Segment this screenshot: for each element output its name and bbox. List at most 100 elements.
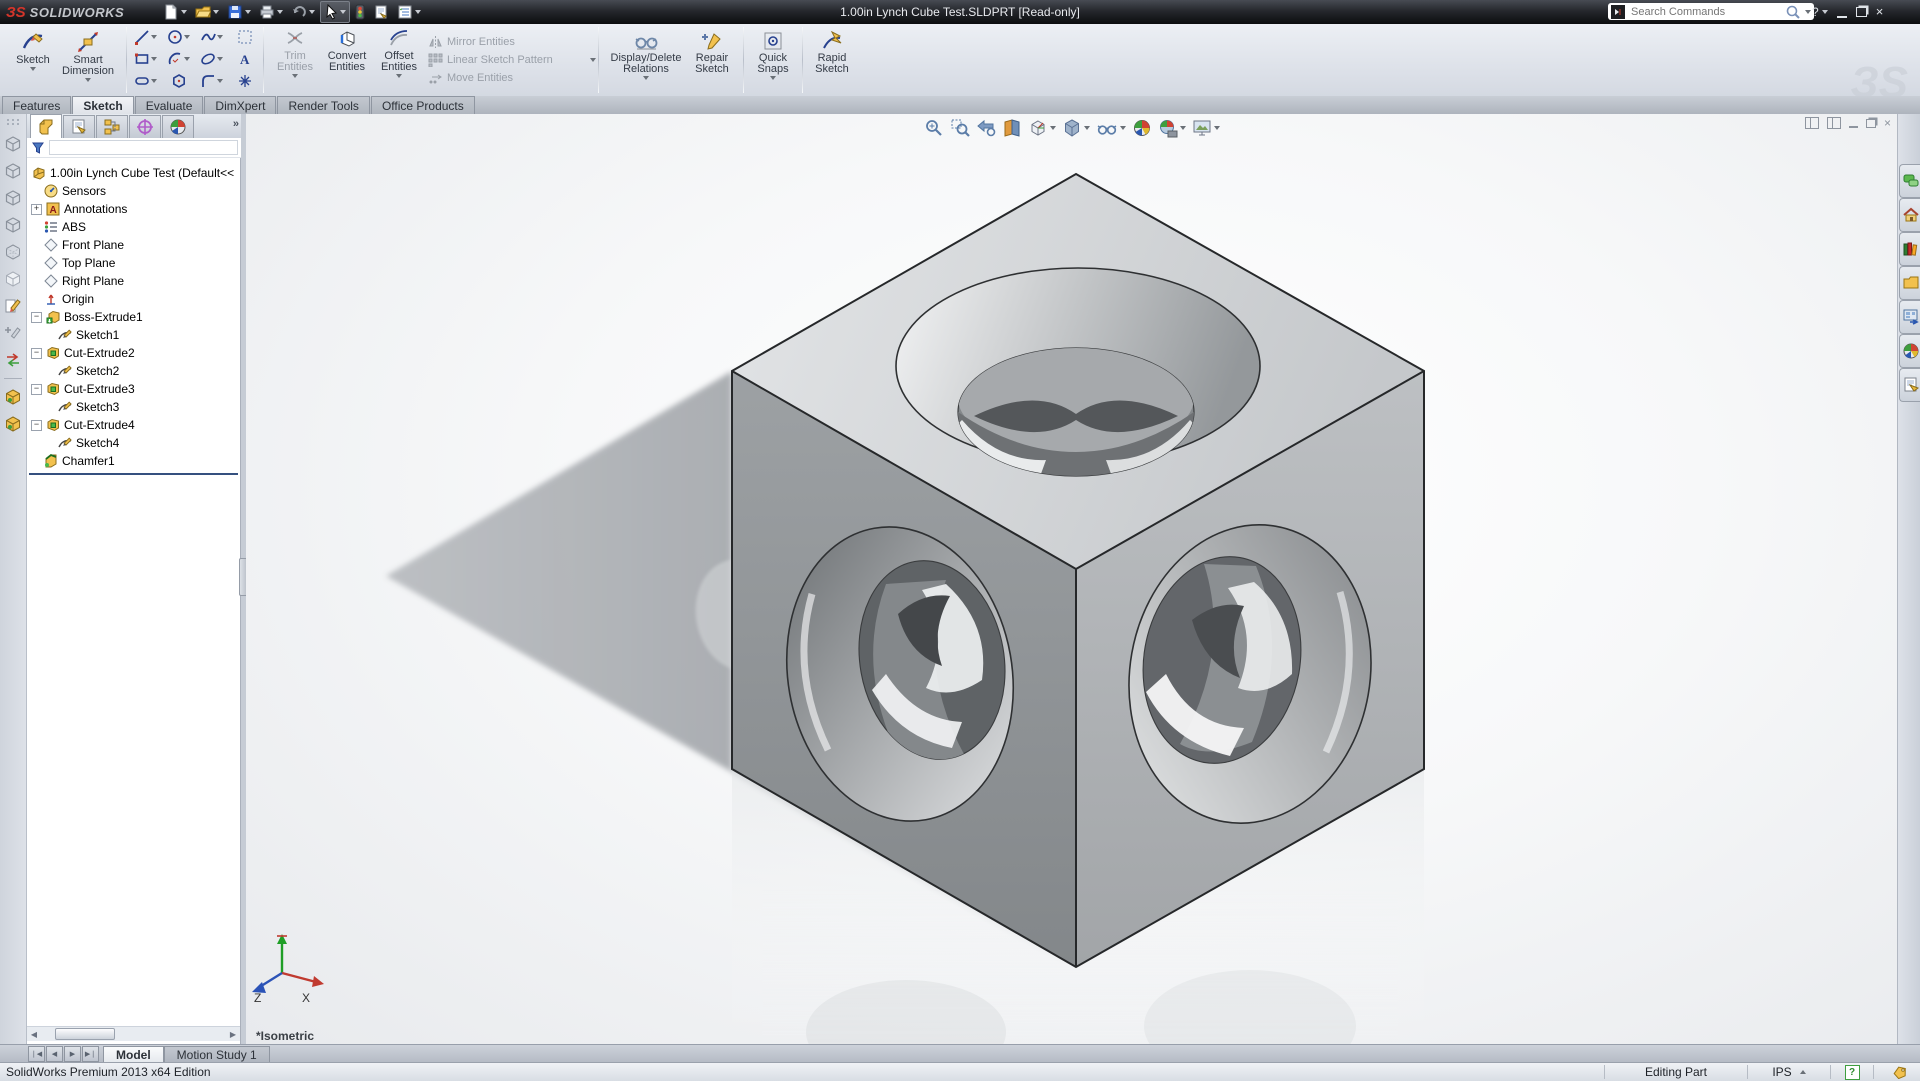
dropdown-caret-icon[interactable] [1084,126,1090,130]
tab-features[interactable]: Features [2,96,71,114]
tree-item-sensors[interactable]: Sensors [27,182,240,200]
cube-icon[interactable] [4,135,22,153]
offset-entities-button[interactable]: Offset Entities [374,26,424,94]
hide-show-items-button[interactable] [1096,118,1126,138]
rectangle-tool[interactable] [129,51,162,67]
view-orientation-button[interactable] [1028,118,1056,138]
new-document-button[interactable] [160,2,190,22]
tree-item-front-plane[interactable]: Front Plane [27,236,240,254]
propertymanager-tab[interactable] [63,115,95,138]
dropdown-caret-icon[interactable] [1050,126,1056,130]
display-delete-relations-button[interactable]: Display/Delete Relations [605,26,687,94]
collapse-icon[interactable]: − [31,312,42,323]
cube-icon[interactable] [4,189,22,207]
section-view-button[interactable] [1002,118,1022,138]
cube-icon[interactable] [4,216,22,234]
collapse-icon[interactable]: − [31,384,42,395]
home-resources-tab[interactable] [1899,198,1920,232]
edit-appearance-button[interactable] [1132,118,1152,138]
zoom-to-fit-button[interactable] [924,118,944,138]
tab-evaluate[interactable]: Evaluate [135,96,204,114]
tree-item-chamfer1[interactable]: Chamfer1 [27,452,240,470]
split-pane-left-icon[interactable] [1805,117,1819,129]
dimxpertmanager-tab[interactable] [129,115,161,138]
cube-gold-icon[interactable] [4,388,22,406]
sketch-text-tool[interactable]: A [228,51,261,67]
search-icon[interactable] [1785,4,1801,20]
tree-item-1-00in-lynch-cube-test-default[interactable]: 1.00in Lynch Cube Test (Default<< [27,164,240,182]
design-library-tab[interactable] [1899,232,1920,266]
tree-item-cut-extrude3[interactable]: −Cut-Extrude3 [27,380,240,398]
tags-button[interactable] [1880,1065,1920,1079]
cube-icon[interactable] [4,162,22,180]
ellipse-tool[interactable] [195,51,228,67]
custom-properties-tab[interactable] [1899,368,1920,402]
tree-item-right-plane[interactable]: Right Plane [27,272,240,290]
prev-sheet-icon[interactable]: ◀ [46,1046,63,1062]
last-sheet-icon[interactable]: ▶❘ [82,1046,99,1062]
circle-tool[interactable] [162,29,195,45]
tab-dimxpert[interactable]: DimXpert [204,96,276,114]
first-sheet-icon[interactable]: ❘◀ [28,1046,45,1062]
dropdown-caret-icon[interactable] [1120,126,1126,130]
convert-entities-button[interactable]: Convert Entities [320,26,374,94]
tree-item-origin[interactable]: Origin [27,290,240,308]
trim-entities-button[interactable]: Trim Entities [270,26,320,94]
filter-funnel-icon[interactable] [31,141,45,155]
dropdown-caret-icon[interactable] [1180,126,1186,130]
move-entities-button[interactable]: Move Entities [428,70,596,86]
search-caret-icon[interactable] [1805,10,1811,14]
scroll-right-icon[interactable]: ▶ [226,1028,240,1040]
next-sheet-icon[interactable]: ▶ [64,1046,81,1062]
open-button[interactable] [192,2,222,22]
tree-item-top-plane[interactable]: Top Plane [27,254,240,272]
view-settings-button[interactable] [1192,118,1220,138]
collapse-icon[interactable]: − [31,348,42,359]
swap-arrows-icon[interactable] [4,351,22,369]
configurationmanager-tab[interactable] [96,115,128,138]
save-button[interactable] [224,2,254,22]
doc-minimize-icon[interactable] [1849,118,1858,128]
spline-tool[interactable] [195,29,228,45]
scroll-left-icon[interactable]: ◀ [27,1028,41,1040]
print-button[interactable] [256,2,286,22]
filter-field[interactable] [49,140,238,155]
file-properties-button[interactable] [370,2,392,22]
lynch-cube-model[interactable]: X Z [246,114,1897,1044]
rapid-sketch-button[interactable]: Rapid Sketch [809,26,855,94]
dropdown-caret-icon[interactable] [1214,126,1220,130]
rollback-bar[interactable] [29,473,238,475]
unit-system-selector[interactable]: IPS [1754,1065,1824,1079]
help-button[interactable]: ? [1812,5,1828,19]
undo-button[interactable] [288,2,318,22]
motion-study-tab[interactable]: Motion Study 1 [164,1046,270,1063]
split-pane-right-icon[interactable] [1827,117,1841,129]
tree-item-annotations[interactable]: +AAnnotations [27,200,240,218]
scrollbar-thumb[interactable] [55,1028,115,1040]
tree-horizontal-scrollbar[interactable]: ◀ ▶ [27,1026,240,1041]
cube-wire-icon[interactable] [4,243,22,261]
manager-overflow-chevron[interactable]: » [233,118,239,130]
tree-item-boss-extrude1[interactable]: −Boss-Extrude1 [27,308,240,326]
quick-snaps-button[interactable]: Quick Snaps [750,26,796,94]
expand-icon[interactable]: + [31,204,42,215]
point-tool[interactable] [228,73,261,89]
previous-view-button[interactable] [976,118,996,138]
file-explorer-tab[interactable] [1899,266,1920,300]
fillet-tool[interactable] [195,73,228,89]
repair-sketch-button[interactable]: Repair Sketch [687,26,737,94]
select-tool-button[interactable] [320,1,350,23]
view-palette-tab[interactable] [1899,300,1920,334]
cube-light-icon[interactable] [4,270,22,288]
display-style-button[interactable] [1062,118,1090,138]
pencil-plus-icon[interactable] [4,324,22,342]
tree-item-sketch1[interactable]: Sketch1 [27,326,240,344]
doc-restore-icon[interactable] [1866,119,1876,128]
tab-render-tools[interactable]: Render Tools [277,96,370,114]
appearance-button[interactable] [352,2,368,22]
collapse-icon[interactable]: − [31,420,42,431]
help-status-button[interactable]: ? [1837,1065,1867,1080]
tree-item-sketch2[interactable]: Sketch2 [27,362,240,380]
tab-office-products[interactable]: Office Products [371,96,475,114]
tree-item-cut-extrude4[interactable]: −Cut-Extrude4 [27,416,240,434]
